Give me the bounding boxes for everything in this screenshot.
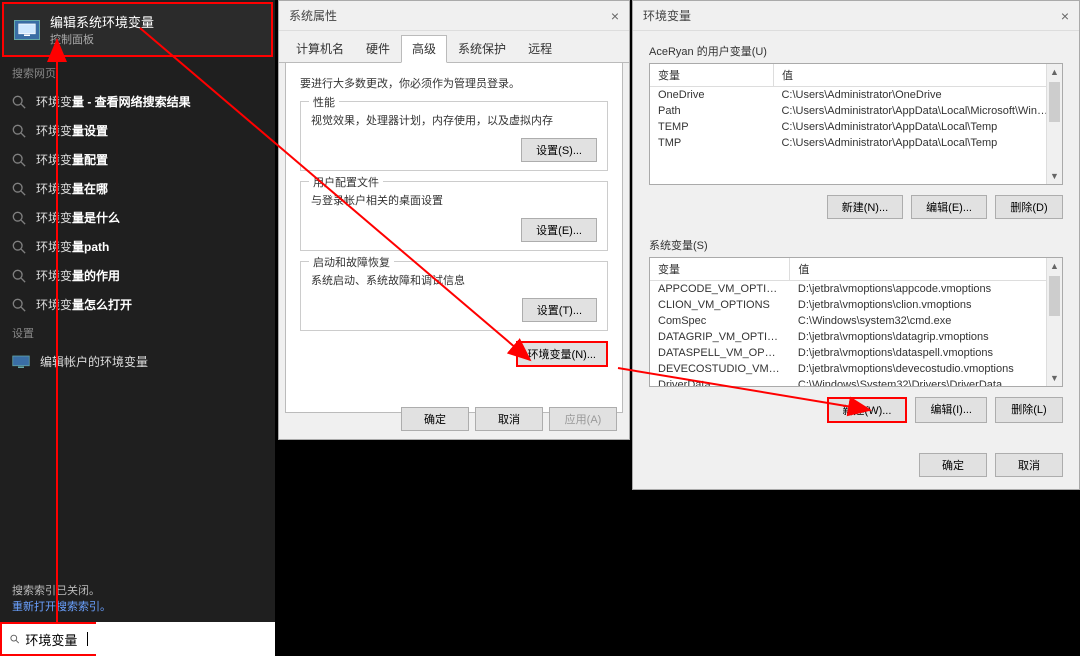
table-row[interactable]: DATAGRIP_VM_OPTIONSD:\jetbra\vmoptions\d… [650,329,1062,345]
top-result-title: 编辑系统环境变量 [50,12,154,31]
env-ok-button[interactable]: 确定 [919,453,987,477]
table-row[interactable]: OneDriveC:\Users\Administrator\OneDrive [650,87,1062,104]
env-variables-button[interactable]: 环境变量(N)... [516,341,608,367]
search-suggestion[interactable]: 环境变量怎么打开 [0,290,275,319]
search-icon [12,153,26,167]
search-icon [12,269,26,283]
sysprops-ok-button[interactable]: 确定 [401,407,469,431]
search-icon [12,211,26,225]
search-suggestion[interactable]: 环境变量设置 [0,116,275,145]
search-input[interactable] [25,632,81,647]
close-icon[interactable]: × [1061,8,1069,24]
table-row[interactable]: APPCODE_VM_OPTIONSD:\jetbra\vmoptions\ap… [650,281,1062,298]
system-properties-dialog: 系统属性 × 计算机名硬件高级系统保护远程 要进行大多数更改，你必须作为管理员登… [278,0,630,440]
sys-new-button[interactable]: 新建(W)... [827,397,908,423]
user-edit-button[interactable]: 编辑(E)... [911,195,987,219]
top-result-sub: 控制面板 [50,31,154,47]
user-vars-table[interactable]: 变量值 OneDriveC:\Users\Administrator\OneDr… [649,63,1063,185]
user-profile-group: 用户配置文件 与登录帐户相关的桌面设置 设置(E)... [300,181,608,251]
performance-group: 性能 视觉效果，处理器计划，内存使用，以及虚拟内存 设置(S)... [300,101,608,171]
search-suggestion[interactable]: 环境变量在哪 [0,174,275,203]
search-icon [10,632,19,646]
tab-1[interactable]: 硬件 [355,35,401,62]
setting-item-edit-env[interactable]: 编辑帐户的环境变量 [0,347,275,376]
sysprops-title: 系统属性 [289,7,337,24]
table-row[interactable]: CLION_VM_OPTIONSD:\jetbra\vmoptions\clio… [650,297,1062,313]
user-new-button[interactable]: 新建(N)... [827,195,903,219]
search-icon [12,182,26,196]
search-icon [12,124,26,138]
section-settings: 设置 [0,319,275,347]
monitor-icon [14,20,40,40]
sys-delete-button[interactable]: 删除(L) [995,397,1063,423]
tab-4[interactable]: 远程 [517,35,563,62]
user-vars-label: AceRyan 的用户变量(U) [649,43,1063,59]
search-icon [12,298,26,312]
table-row[interactable]: DEVECOSTUDIO_VM_OPT...D:\jetbra\vmoption… [650,361,1062,377]
search-suggestion[interactable]: 环境变量 - 查看网络搜索结果 [0,87,275,116]
sys-vars-label: 系统变量(S) [649,237,1063,253]
scrollbar[interactable]: ▲▼ [1046,64,1062,184]
section-web: 搜索网页 [0,59,275,87]
perf-settings-button[interactable]: 设置(S)... [521,138,597,162]
search-top-result[interactable]: 编辑系统环境变量 控制面板 [2,2,273,57]
search-suggestion[interactable]: 环境变量是什么 [0,203,275,232]
search-icon [12,95,26,109]
search-suggestion[interactable]: 环境变量path [0,232,275,261]
scrollbar[interactable]: ▲▼ [1046,258,1062,386]
close-icon[interactable]: × [611,8,619,24]
profile-settings-button[interactable]: 设置(E)... [521,218,597,242]
reopen-index-link[interactable]: 重新打开搜索索引。 [12,598,263,614]
tab-0[interactable]: 计算机名 [285,35,355,62]
table-row[interactable]: PathC:\Users\Administrator\AppData\Local… [650,103,1062,119]
startup-group: 启动和故障恢复 系统启动、系统故障和调试信息 设置(T)... [300,261,608,331]
search-suggestion[interactable]: 环境变量的作用 [0,261,275,290]
sys-edit-button[interactable]: 编辑(I)... [915,397,987,423]
search-icon [12,240,26,254]
tab-3[interactable]: 系统保护 [447,35,517,62]
search-index-hint: 搜索索引已关闭。 重新打开搜索索引。 [0,574,275,622]
search-input-box[interactable] [0,622,96,656]
monitor-small-icon [12,355,30,369]
sysprops-apply-button[interactable]: 应用(A) [549,407,617,431]
sys-vars-table[interactable]: 变量值 APPCODE_VM_OPTIONSD:\jetbra\vmoption… [649,257,1063,387]
startup-settings-button[interactable]: 设置(T)... [522,298,597,322]
env-cancel-button[interactable]: 取消 [995,453,1063,477]
search-suggestion[interactable]: 环境变量配置 [0,145,275,174]
windows-search-panel: 编辑系统环境变量 控制面板 搜索网页 环境变量 - 查看网络搜索结果环境变量设置… [0,0,275,656]
tab-2[interactable]: 高级 [401,35,447,63]
admin-note: 要进行大多数更改，你必须作为管理员登录。 [300,75,608,91]
table-row[interactable]: ComSpecC:\Windows\system32\cmd.exe [650,313,1062,329]
table-row[interactable]: TEMPC:\Users\Administrator\AppData\Local… [650,119,1062,135]
user-delete-button[interactable]: 删除(D) [995,195,1063,219]
table-row[interactable]: DriverDataC:\Windows\System32\Drivers\Dr… [650,377,1062,387]
table-row[interactable]: TMPC:\Users\Administrator\AppData\Local\… [650,135,1062,151]
sysprops-cancel-button[interactable]: 取消 [475,407,543,431]
table-row[interactable]: DATASPELL_VM_OPTIONSD:\jetbra\vmoptions\… [650,345,1062,361]
env-variables-dialog: 环境变量 × AceRyan 的用户变量(U) 变量值 OneDriveC:\U… [632,0,1080,490]
env-title: 环境变量 [643,7,691,24]
sysprops-tabs: 计算机名硬件高级系统保护远程 [279,31,629,63]
